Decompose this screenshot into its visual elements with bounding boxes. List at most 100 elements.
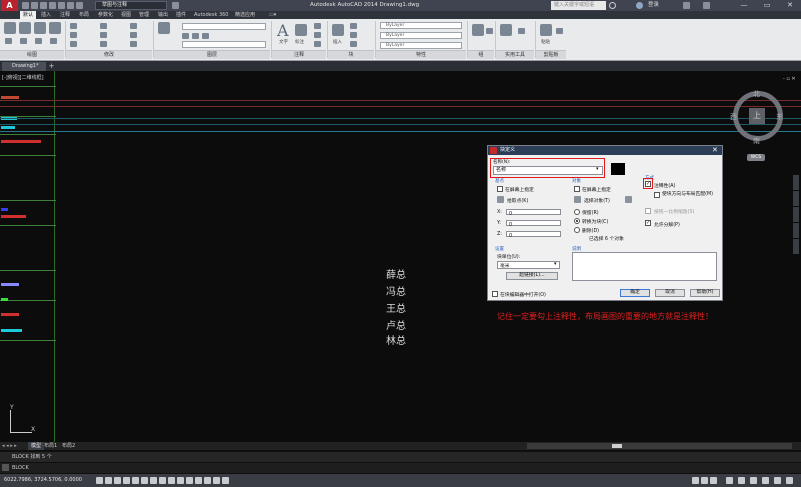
save-icon[interactable] <box>40 2 47 9</box>
compass-north[interactable]: 北 <box>753 89 760 99</box>
color-dropdown[interactable]: ByLayer <box>380 22 462 29</box>
trim-icon[interactable] <box>130 23 137 29</box>
pick-point-button[interactable]: 拾取点(K) <box>507 197 528 204</box>
paste-icon[interactable] <box>540 24 552 36</box>
close-button[interactable]: ✕ <box>779 0 801 11</box>
allow-explode-checkbox[interactable]: ✓ <box>645 220 651 226</box>
delete-radio[interactable] <box>574 227 580 233</box>
panel-layers-title[interactable]: 图层 <box>154 50 270 59</box>
hyperlink-button[interactable]: 超链接(L)... <box>506 272 558 280</box>
minimize-button[interactable]: — <box>733 0 755 11</box>
cancel-button[interactable]: 取消 <box>655 289 685 297</box>
isolate-objects-icon[interactable] <box>774 477 781 484</box>
print-icon[interactable] <box>58 2 65 9</box>
wcs-menu[interactable]: WCS <box>747 154 765 161</box>
compass-south[interactable]: 南 <box>753 136 760 146</box>
command-input[interactable]: BLOCK <box>0 463 801 473</box>
showmotion-icon[interactable] <box>793 223 799 238</box>
layer-tool-icon[interactable] <box>182 33 189 39</box>
snap-mode-icon[interactable] <box>105 477 112 484</box>
ellipse-icon[interactable] <box>35 38 42 44</box>
block-unit-select[interactable]: 毫米 <box>497 261 560 269</box>
tab-layout1[interactable]: 布局1 <box>44 442 57 450</box>
lineweight-icon[interactable] <box>186 477 193 484</box>
name-text[interactable]: 王总 <box>381 300 411 315</box>
ortho-mode-icon[interactable] <box>123 477 130 484</box>
block-name-input[interactable]: 名称 <box>493 166 603 175</box>
dynamic-input-icon[interactable] <box>177 477 184 484</box>
circle-tool-icon[interactable] <box>34 22 46 34</box>
login-button[interactable]: 登录 <box>648 0 659 11</box>
edit-attribute-icon[interactable] <box>350 41 357 47</box>
z-input[interactable]: 0 <box>506 231 561 239</box>
group-icon[interactable] <box>472 24 484 36</box>
select-objects-button[interactable]: 选择对象(T) <box>584 197 610 204</box>
steering-wheel-icon[interactable] <box>793 239 799 254</box>
tab-default[interactable]: 默认 <box>20 11 37 19</box>
retain-radio[interactable] <box>574 209 580 215</box>
new-file-icon[interactable] <box>22 2 29 9</box>
quick-select-icon[interactable] <box>625 196 632 203</box>
viewport-controls[interactable]: - ▫ ✕ <box>783 76 796 82</box>
compass-east[interactable]: 东 <box>776 112 783 122</box>
rotate-icon[interactable] <box>100 23 107 29</box>
line-tool-icon[interactable] <box>4 22 16 34</box>
annotative-checkbox[interactable]: ✓ <box>645 181 651 187</box>
x-input[interactable]: 0 <box>506 209 561 217</box>
annotation-monitor-icon[interactable] <box>222 477 229 484</box>
hardware-accel-icon[interactable] <box>762 477 769 484</box>
autocad-logo-icon[interactable]: A <box>1 0 18 11</box>
linetype-dropdown[interactable]: ByLayer <box>380 42 462 49</box>
panel-draw-title[interactable]: 绘图 <box>0 50 64 59</box>
name-text[interactable]: 冯总 <box>381 283 411 298</box>
tab-view[interactable]: 视图 <box>118 11 134 19</box>
tab-annotate[interactable]: 注释 <box>57 11 73 19</box>
rectangle-icon[interactable] <box>5 38 12 44</box>
help-icon[interactable] <box>703 2 710 9</box>
horizontal-scrollbar[interactable] <box>527 443 792 449</box>
qat-dropdown-icon[interactable] <box>172 2 179 9</box>
pick-point-icon[interactable] <box>497 196 504 203</box>
copy-icon[interactable] <box>70 32 77 38</box>
text-tool-icon[interactable]: A <box>277 21 289 40</box>
panel-annotation-title[interactable]: 注释 <box>272 50 326 59</box>
chevron-down-icon[interactable]: ▾ <box>596 166 599 172</box>
new-tab-icon[interactable]: + <box>47 62 56 71</box>
objects-on-screen-checkbox[interactable] <box>574 186 580 192</box>
tab-parametric[interactable]: 参数化 <box>95 11 116 19</box>
create-block-icon[interactable] <box>350 23 357 29</box>
tab-layout2[interactable]: 布局2 <box>62 442 75 450</box>
help-button[interactable]: 帮助(H) <box>690 289 720 297</box>
array-icon[interactable] <box>130 41 137 47</box>
search-icon[interactable] <box>609 2 616 9</box>
lock-ui-icon[interactable] <box>750 477 757 484</box>
dimension-tool-icon[interactable] <box>295 24 307 36</box>
annotation-visibility-icon[interactable] <box>726 477 733 484</box>
ungroup-icon[interactable] <box>486 28 493 34</box>
3d-osnap-icon[interactable] <box>150 477 157 484</box>
polyline-tool-icon[interactable] <box>19 22 31 34</box>
polar-tracking-icon[interactable] <box>132 477 139 484</box>
tab-featured-apps[interactable]: 精选应用 <box>232 11 258 19</box>
save-as-icon[interactable] <box>49 2 56 9</box>
user-icon[interactable] <box>636 2 643 9</box>
match-orientation-checkbox[interactable] <box>654 192 660 198</box>
measure-icon[interactable] <box>500 24 512 36</box>
layer-tool-icon[interactable] <box>192 33 199 39</box>
tab-plugins[interactable]: 插件 <box>173 11 189 19</box>
dialog-title[interactable]: 块定义 <box>488 146 722 155</box>
command-customize-icon[interactable] <box>2 464 9 471</box>
convert-to-block-radio[interactable] <box>574 218 580 224</box>
model-space-icon[interactable] <box>692 477 699 484</box>
tab-autodesk-360[interactable]: Autodesk 360 <box>191 11 232 19</box>
zoom-icon[interactable] <box>793 191 799 206</box>
layer-properties-icon[interactable] <box>158 22 170 34</box>
ducs-icon[interactable] <box>168 477 175 484</box>
panel-group-title[interactable]: 组 <box>468 50 494 59</box>
panel-modify-title[interactable]: 修改 <box>66 50 152 59</box>
tab-model[interactable]: 模型 <box>28 442 45 450</box>
current-layer-dropdown[interactable] <box>182 41 266 48</box>
arc-tool-icon[interactable] <box>49 22 61 34</box>
tab-output[interactable]: 输出 <box>155 11 171 19</box>
grid-display-icon[interactable] <box>114 477 121 484</box>
